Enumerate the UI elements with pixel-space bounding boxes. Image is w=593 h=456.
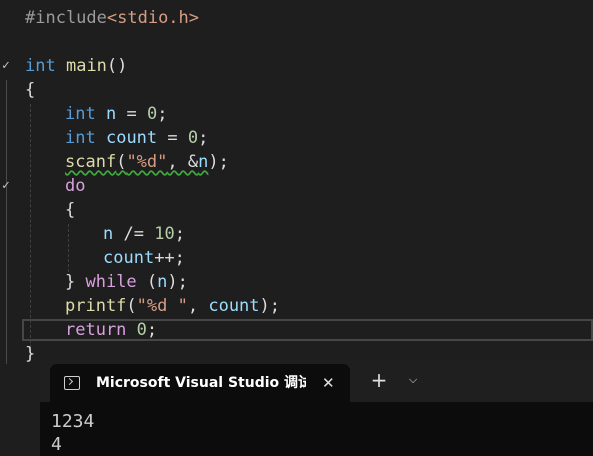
variable: count bbox=[105, 128, 158, 148]
code-line: do bbox=[65, 174, 85, 198]
keyword: int bbox=[25, 56, 56, 76]
chevron-down-icon[interactable]: ✓ bbox=[2, 174, 14, 198]
punctuation: ); bbox=[259, 296, 281, 316]
code-line: } while (n); bbox=[65, 270, 188, 294]
variable: count bbox=[208, 296, 260, 316]
chevron-down-icon[interactable]: ⌵ bbox=[402, 366, 424, 394]
tab-title: Microsoft Visual Studio 调试控制台 bbox=[96, 375, 306, 391]
keyword: return bbox=[65, 320, 127, 340]
string-literal: "%d" bbox=[126, 152, 168, 172]
punctuation: ( bbox=[126, 296, 137, 316]
punctuation: ( bbox=[116, 152, 127, 172]
keyword: do bbox=[65, 176, 86, 196]
number-literal: 0 bbox=[136, 320, 147, 340]
function-name: main bbox=[65, 56, 107, 76]
brace: { bbox=[65, 200, 76, 220]
code-line: } bbox=[25, 342, 35, 366]
punctuation: ; bbox=[146, 320, 158, 340]
code-line: int count = 0; bbox=[65, 126, 208, 150]
terminal-icon bbox=[64, 376, 80, 390]
punctuation: ( bbox=[136, 272, 158, 292]
terminal-tabstrip: Microsoft Visual Studio 调试控制台 ✕ + ⌵ bbox=[40, 360, 593, 402]
string-literal: "%d " bbox=[136, 296, 188, 316]
brace: { bbox=[25, 80, 36, 100]
code-line: int main() bbox=[25, 54, 127, 78]
outline-bar bbox=[6, 80, 7, 364]
variable: n bbox=[198, 152, 209, 172]
variable: n bbox=[103, 224, 114, 244]
punctuation: ; bbox=[174, 224, 185, 244]
keyword: while bbox=[85, 272, 137, 292]
indent-guide bbox=[68, 224, 69, 272]
punctuation: ; bbox=[157, 104, 168, 124]
keyword: int bbox=[65, 128, 96, 148]
operator: ++; bbox=[154, 248, 185, 268]
operator: = bbox=[157, 128, 188, 148]
punctuation: , & bbox=[167, 152, 199, 172]
number-literal: 0 bbox=[187, 128, 199, 148]
function-name: printf bbox=[65, 296, 127, 316]
punctuation bbox=[126, 320, 136, 340]
terminal-output-line: 4 bbox=[51, 434, 62, 455]
close-icon[interactable]: ✕ bbox=[322, 364, 335, 402]
chevron-down-icon[interactable]: ✓ bbox=[2, 54, 14, 78]
code-line: int n = 0; bbox=[65, 102, 167, 126]
punctuation: , bbox=[187, 296, 209, 316]
preprocessor-directive: #include bbox=[25, 8, 107, 28]
brace: } bbox=[25, 344, 36, 364]
code-line: #include<stdio.h> bbox=[25, 6, 199, 30]
include-path: <stdio.h> bbox=[106, 8, 200, 28]
keyword: int bbox=[65, 104, 96, 124]
terminal-window[interactable]: Microsoft Visual Studio 调试控制台 ✕ + ⌵ 1234… bbox=[40, 360, 593, 456]
punctuation: ; bbox=[198, 128, 209, 148]
terminal-output-line: 1234 bbox=[51, 411, 95, 432]
code-line: count++; bbox=[103, 246, 185, 270]
brace: } bbox=[65, 272, 86, 292]
terminal-tab[interactable]: Microsoft Visual Studio 调试控制台 ✕ bbox=[50, 364, 350, 402]
punctuation: () bbox=[106, 56, 128, 76]
code-line: printf("%d ", count); bbox=[65, 294, 280, 318]
code-line: n /= 10; bbox=[103, 222, 185, 246]
function-name: scanf bbox=[65, 152, 117, 172]
variable: n bbox=[157, 272, 168, 292]
warning-squiggle[interactable]: scanf("%d", &n bbox=[65, 152, 208, 172]
code-line: scanf("%d", &n); bbox=[65, 150, 229, 174]
operator: = bbox=[116, 104, 147, 124]
number-literal: 10 bbox=[154, 224, 175, 244]
code-line: return 0; bbox=[65, 318, 157, 342]
variable: n bbox=[105, 104, 117, 124]
operator: /= bbox=[113, 224, 155, 244]
variable: count bbox=[103, 248, 155, 268]
new-tab-button[interactable]: + bbox=[366, 366, 392, 394]
indent-guide bbox=[30, 104, 31, 348]
punctuation: ); bbox=[167, 272, 188, 292]
code-line: { bbox=[25, 78, 35, 102]
punctuation: ); bbox=[208, 152, 229, 172]
number-literal: 0 bbox=[146, 104, 158, 124]
code-line: { bbox=[65, 198, 75, 222]
